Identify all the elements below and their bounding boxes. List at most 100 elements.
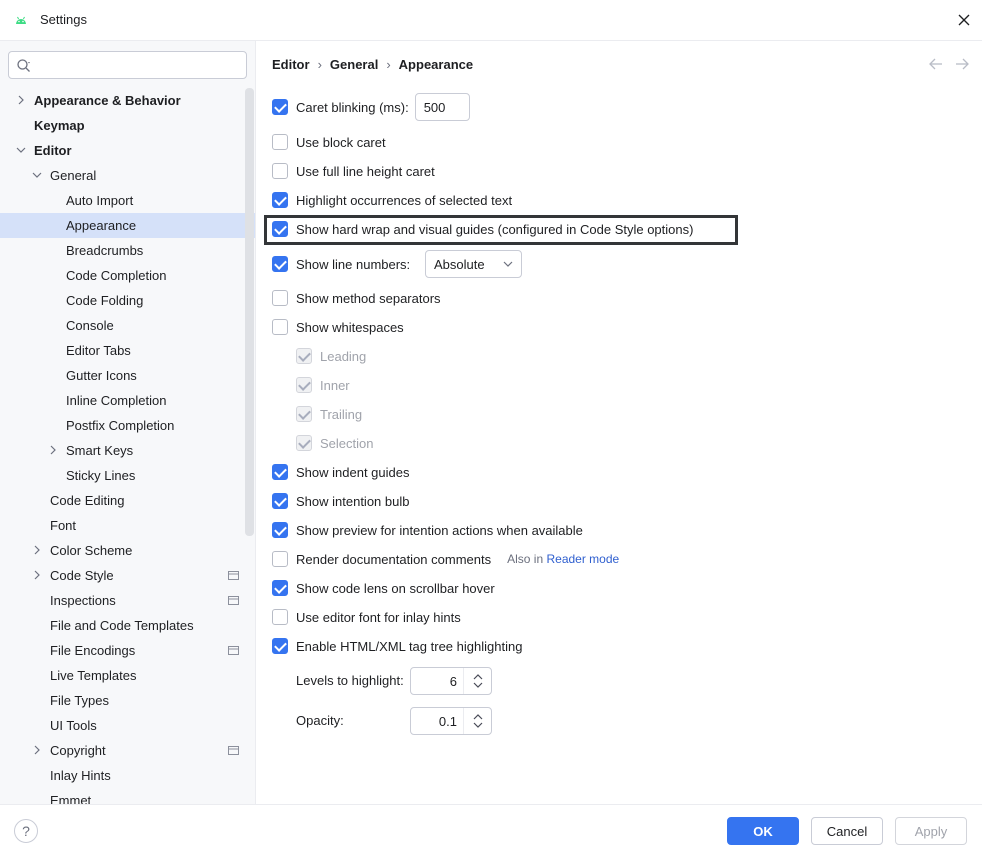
line-numbers-dropdown[interactable]: Absolute bbox=[425, 250, 522, 278]
render-docs-checkbox[interactable] bbox=[272, 551, 288, 567]
indent-guides-option[interactable]: Show indent guides bbox=[272, 462, 409, 482]
help-button[interactable]: ? bbox=[14, 819, 38, 843]
levels-stepper[interactable] bbox=[463, 668, 491, 694]
chevron-right-icon[interactable] bbox=[32, 745, 42, 755]
highlight-occurrences-checkbox[interactable] bbox=[272, 192, 288, 208]
chevron-right-icon[interactable] bbox=[32, 545, 42, 555]
sidebar-item-inspections[interactable]: Inspections bbox=[0, 588, 255, 613]
sidebar-item-auto-import[interactable]: Auto Import bbox=[0, 188, 255, 213]
sidebar-item-inline-completion[interactable]: Inline Completion bbox=[0, 388, 255, 413]
whitespaces-checkbox[interactable] bbox=[272, 319, 288, 335]
sidebar-item-emmet[interactable]: Emmet bbox=[0, 788, 255, 804]
caret-blinking-checkbox[interactable] bbox=[272, 99, 288, 115]
breadcrumb-editor[interactable]: Editor bbox=[272, 57, 310, 72]
chevron-down-icon[interactable] bbox=[473, 722, 483, 728]
intention-bulb-option[interactable]: Show intention bulb bbox=[272, 491, 409, 511]
sidebar-item-editor-tabs[interactable]: Editor Tabs bbox=[0, 338, 255, 363]
intention-preview-option[interactable]: Show preview for intention actions when … bbox=[272, 520, 583, 540]
line-numbers-option[interactable]: Show line numbers: bbox=[272, 254, 410, 274]
opacity-value[interactable]: 0.1 bbox=[439, 714, 457, 729]
search-box[interactable] bbox=[8, 51, 247, 79]
sidebar-item-live-templates[interactable]: Live Templates bbox=[0, 663, 255, 688]
sidebar-item-ui-tools[interactable]: UI Tools bbox=[0, 713, 255, 738]
chevron-down-icon[interactable] bbox=[16, 145, 26, 155]
sidebar-item-label: Appearance bbox=[66, 218, 137, 233]
chevron-up-icon[interactable] bbox=[473, 674, 483, 680]
caret-blinking-field[interactable]: 500 bbox=[414, 93, 470, 121]
method-separators-checkbox[interactable] bbox=[272, 290, 288, 306]
sidebar-item-general[interactable]: General bbox=[0, 163, 255, 188]
code-lens-checkbox[interactable] bbox=[272, 580, 288, 596]
sidebar-item-appearance-behavior[interactable]: Appearance & Behavior bbox=[0, 88, 255, 113]
indent-guides-checkbox[interactable] bbox=[272, 464, 288, 480]
sidebar-item-editor[interactable]: Editor bbox=[0, 138, 255, 163]
full-line-height-caret-option[interactable]: Use full line height caret bbox=[272, 161, 435, 181]
window-title: Settings bbox=[40, 12, 87, 27]
tag-tree-option[interactable]: Enable HTML/XML tag tree highlighting bbox=[272, 636, 522, 656]
sidebar-item-label: Smart Keys bbox=[66, 443, 134, 458]
whitespaces-option[interactable]: Show whitespaces bbox=[272, 317, 404, 337]
highlight-occurrences-option[interactable]: Highlight occurrences of selected text bbox=[272, 190, 512, 210]
sidebar-item-copyright[interactable]: Copyright bbox=[0, 738, 255, 763]
intention-bulb-checkbox[interactable] bbox=[272, 493, 288, 509]
sidebar-item-file-encodings[interactable]: File Encodings bbox=[0, 638, 255, 663]
chevron-down-icon[interactable] bbox=[32, 170, 42, 180]
reader-mode-link[interactable]: Reader mode bbox=[546, 552, 619, 566]
sidebar-item-file-and-code-templates[interactable]: File and Code Templates bbox=[0, 613, 255, 638]
sidebar-item-color-scheme[interactable]: Color Scheme bbox=[0, 538, 255, 563]
sidebar-item-code-editing[interactable]: Code Editing bbox=[0, 488, 255, 513]
chevron-right-icon[interactable] bbox=[48, 445, 58, 455]
highlight-occurrences-label: Highlight occurrences of selected text bbox=[296, 192, 513, 208]
caret-blinking-option[interactable]: Caret blinking (ms): 500 bbox=[272, 93, 470, 121]
breadcrumb-appearance: Appearance bbox=[398, 56, 474, 72]
sidebar-item-keymap[interactable]: Keymap bbox=[0, 113, 255, 138]
editor-font-inlay-option[interactable]: Use editor font for inlay hints bbox=[272, 607, 461, 627]
sidebar-item-inlay-hints[interactable]: Inlay Hints bbox=[0, 763, 255, 788]
sidebar-item-code-folding[interactable]: Code Folding bbox=[0, 288, 255, 313]
sidebar-item-code-style[interactable]: Code Style bbox=[0, 563, 255, 588]
chevron-up-icon[interactable] bbox=[473, 714, 483, 720]
hard-wrap-guides-checkbox[interactable] bbox=[272, 221, 288, 237]
selection-option: Selection bbox=[296, 433, 373, 453]
levels-value[interactable]: 6 bbox=[450, 674, 457, 689]
method-separators-option[interactable]: Show method separators bbox=[272, 288, 441, 308]
tag-tree-checkbox[interactable] bbox=[272, 638, 288, 654]
chevron-right-icon[interactable] bbox=[32, 570, 42, 580]
levels-spinner[interactable]: 6 bbox=[410, 667, 492, 695]
block-caret-checkbox[interactable] bbox=[272, 134, 288, 150]
sidebar-item-label: Appearance & Behavior bbox=[34, 93, 181, 108]
opacity-spinner[interactable]: 0.1 bbox=[410, 707, 492, 735]
opacity-stepper[interactable] bbox=[463, 708, 491, 734]
block-caret-option[interactable]: Use block caret bbox=[272, 132, 386, 152]
code-lens-option[interactable]: Show code lens on scrollbar hover bbox=[272, 578, 495, 598]
sidebar-item-sticky-lines[interactable]: Sticky Lines bbox=[0, 463, 255, 488]
sidebar-item-appearance[interactable]: Appearance bbox=[0, 213, 255, 238]
hard-wrap-guides-option[interactable]: Show hard wrap and visual guides (config… bbox=[272, 219, 693, 239]
ok-button[interactable]: OK bbox=[727, 817, 799, 845]
breadcrumb-separator: › bbox=[317, 56, 322, 72]
chevron-right-icon[interactable] bbox=[16, 95, 26, 105]
render-docs-option[interactable]: Render documentation comments Also in Re… bbox=[272, 549, 619, 569]
back-arrow-icon[interactable] bbox=[928, 57, 944, 71]
sidebar-item-console[interactable]: Console bbox=[0, 313, 255, 338]
sidebar-item-gutter-icons[interactable]: Gutter Icons bbox=[0, 363, 255, 388]
intention-preview-label: Show preview for intention actions when … bbox=[296, 522, 583, 538]
line-numbers-checkbox[interactable] bbox=[272, 256, 288, 272]
cancel-button[interactable]: Cancel bbox=[811, 817, 883, 845]
full-line-height-caret-checkbox[interactable] bbox=[272, 163, 288, 179]
sidebar-item-code-completion[interactable]: Code Completion bbox=[0, 263, 255, 288]
sidebar-item-file-types[interactable]: File Types bbox=[0, 688, 255, 713]
chevron-down-icon[interactable] bbox=[473, 682, 483, 688]
sidebar-scrollbar[interactable] bbox=[245, 88, 254, 536]
sidebar-item-smart-keys[interactable]: Smart Keys bbox=[0, 438, 255, 463]
sidebar-item-postfix-completion[interactable]: Postfix Completion bbox=[0, 413, 255, 438]
sidebar-item-font[interactable]: Font bbox=[0, 513, 255, 538]
sidebar-item-breadcrumbs[interactable]: Breadcrumbs bbox=[0, 238, 255, 263]
intention-preview-checkbox[interactable] bbox=[272, 522, 288, 538]
editor-font-inlay-checkbox[interactable] bbox=[272, 609, 288, 625]
sidebar-item-label: Font bbox=[50, 518, 77, 533]
close-icon[interactable] bbox=[954, 10, 974, 30]
search-input[interactable] bbox=[39, 55, 239, 75]
breadcrumb-general[interactable]: General bbox=[330, 57, 378, 72]
forward-arrow-icon[interactable] bbox=[954, 57, 970, 71]
